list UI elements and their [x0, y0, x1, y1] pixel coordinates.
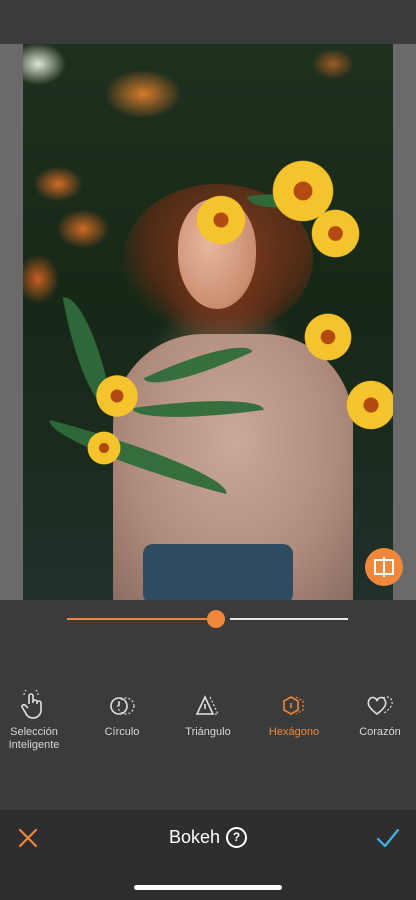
tool-label: Selección Inteligente	[8, 726, 60, 751]
help-button[interactable]: ?	[226, 826, 248, 848]
checkmark-icon	[376, 828, 400, 848]
status-bar	[0, 0, 416, 44]
bokeh-shape-toolbar: Selección Inteligente Círculo Triángulo …	[0, 690, 416, 760]
home-indicator	[134, 885, 282, 890]
page-title: Bokeh	[168, 826, 221, 847]
tool-smart-selection[interactable]: Selección Inteligente	[0, 690, 74, 752]
triangle-bokeh-icon	[195, 695, 219, 715]
tool-hexagon[interactable]: Hexágono	[254, 690, 334, 739]
tool-label: Corazón	[359, 726, 401, 738]
tool-label: Círculo	[104, 726, 140, 738]
photo-flower	[343, 377, 393, 433]
photo-flower	[93, 372, 141, 420]
compare-button[interactable]	[365, 548, 403, 586]
hexagon-bokeh-icon	[283, 696, 304, 715]
compare-split-icon	[374, 557, 394, 577]
photo-canvas	[0, 44, 416, 600]
slider-track-filled	[67, 618, 207, 620]
circle-bokeh-icon	[110, 697, 135, 715]
photo-flower	[308, 206, 363, 261]
slider-track-empty	[230, 618, 348, 620]
tool-title: Bokeh?	[0, 826, 416, 848]
tool-heart[interactable]: Corazón	[340, 690, 416, 739]
photo-flower	[85, 429, 123, 467]
tool-circle[interactable]: Círculo	[82, 690, 162, 739]
photo-jeans	[143, 544, 293, 600]
heart-bokeh-icon	[367, 696, 393, 716]
photo-flower	[193, 192, 249, 248]
tool-label: Triángulo	[185, 726, 231, 738]
tool-triangle[interactable]: Triángulo	[168, 690, 248, 739]
hand-pointer-icon	[21, 690, 42, 719]
edited-photo[interactable]	[23, 44, 393, 600]
confirm-button[interactable]	[376, 826, 400, 850]
slider-knob[interactable]	[207, 610, 225, 628]
photo-flower	[301, 310, 355, 364]
tool-label: Hexágono	[268, 726, 320, 738]
